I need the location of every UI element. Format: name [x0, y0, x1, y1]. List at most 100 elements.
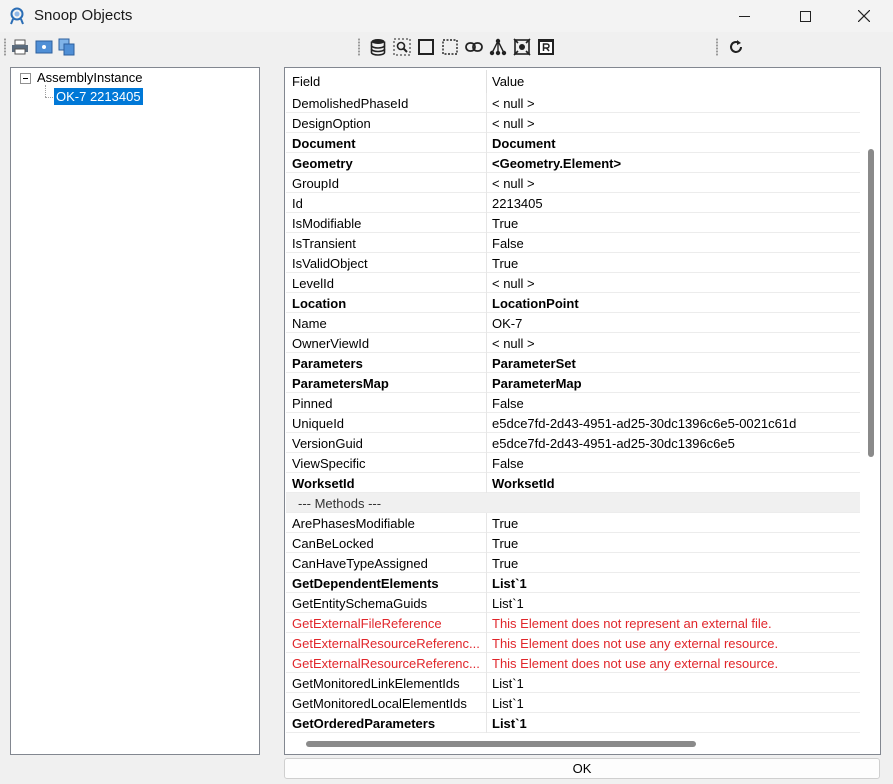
settings-frame-button[interactable] [512, 37, 532, 57]
table-row[interactable]: DesignOption < null > [286, 113, 860, 133]
property-grid[interactable]: Field Value DemolishedPhaseId < null > Des… [284, 67, 881, 755]
value-cell: < null > [492, 276, 535, 291]
table-row[interactable]: GetExternalResourceReferenc... This Eleme… [286, 653, 860, 673]
cell-divider [486, 573, 487, 593]
field-cell: IsTransient [292, 236, 356, 251]
database-button[interactable] [368, 37, 388, 57]
tree-node-selected[interactable]: OK-7 2213405 [54, 88, 143, 105]
collapse-toggle[interactable] [20, 73, 31, 84]
value-cell: True [492, 536, 519, 551]
table-row[interactable]: GetDependentElements List`1 [286, 573, 860, 593]
table-row[interactable]: Pinned False [286, 393, 860, 413]
cell-divider [486, 653, 487, 673]
cell-divider [486, 673, 487, 693]
tree-node-root[interactable]: AssemblyInstance [37, 70, 143, 85]
field-cell: LevelId [292, 276, 334, 291]
table-row[interactable]: CanBeLocked True [286, 533, 860, 553]
cell-divider [486, 553, 487, 573]
horizontal-scroll-thumb[interactable] [306, 741, 696, 747]
table-row[interactable]: Name OK-7 [286, 313, 860, 333]
field-cell: Id [292, 196, 303, 211]
rectangle-button[interactable] [416, 37, 436, 57]
table-row[interactable]: GetMonitoredLocalElementIds List`1 [286, 693, 860, 713]
refresh-icon [730, 40, 742, 53]
value-cell: < null > [492, 96, 535, 111]
tree-connector [45, 97, 53, 98]
table-row[interactable]: Parameters ParameterSet [286, 353, 860, 373]
table-row[interactable]: Document Document [286, 133, 860, 153]
cell-divider [486, 213, 487, 233]
table-row[interactable]: Location LocationPoint [286, 293, 860, 313]
table-row[interactable]: GetEntitySchemaGuids List`1 [286, 593, 860, 613]
table-row[interactable]: LevelId < null > [286, 273, 860, 293]
horizontal-scrollbar[interactable] [286, 736, 863, 752]
grid-rows: DemolishedPhaseId < null > DesignOption < n… [286, 93, 860, 733]
table-row[interactable]: GetMonitoredLinkElementIds List`1 [286, 673, 860, 693]
table-row[interactable]: GroupId < null > [286, 173, 860, 193]
value-cell: This Element does not use any external r… [492, 636, 779, 651]
object-tree[interactable]: AssemblyInstance OK-7 2213405 [10, 67, 260, 755]
hierarchy-icon [489, 38, 507, 56]
cell-divider [486, 233, 487, 253]
table-row[interactable]: VersionGuid e5dce7fd-2d43-4951-ad25-30dc1… [286, 433, 860, 453]
ok-button[interactable]: OK [284, 758, 880, 779]
minimize-button[interactable] [721, 0, 767, 32]
table-row[interactable]: GetExternalFileReference This Element doe… [286, 613, 860, 633]
table-row[interactable]: IsModifiable True [286, 213, 860, 233]
grid-header: Field Value [286, 70, 860, 93]
cell-divider [486, 193, 487, 213]
column-header-value[interactable]: Value [492, 74, 524, 89]
refresh-button[interactable] [726, 37, 746, 57]
table-row[interactable]: Id 2213405 [286, 193, 860, 213]
cell-divider [486, 113, 487, 133]
field-cell: Location [292, 296, 347, 311]
table-row[interactable]: ArePhasesModifiable True [286, 513, 860, 533]
table-row[interactable]: GetOrderedParameters List`1 [286, 713, 860, 733]
print-button[interactable] [10, 37, 30, 57]
value-cell: 2213405 [492, 196, 543, 211]
cell-divider [486, 373, 487, 393]
close-button[interactable] [841, 0, 887, 32]
table-row[interactable]: WorksetId WorksetId [286, 473, 860, 493]
vertical-scroll-thumb[interactable] [868, 149, 874, 457]
toolbar-grip[interactable] [716, 38, 718, 56]
table-row[interactable]: DemolishedPhaseId < null > [286, 93, 860, 113]
select-zoom-button[interactable] [392, 37, 412, 57]
section-header-row[interactable]: --- Methods --- [286, 493, 860, 513]
maximize-button[interactable] [782, 0, 828, 32]
table-row[interactable]: CanHaveTypeAssigned True [286, 553, 860, 573]
table-row[interactable]: OwnerViewId < null > [286, 333, 860, 353]
hierarchy-button[interactable] [488, 37, 508, 57]
link-icon [465, 42, 483, 52]
table-row[interactable]: IsValidObject True [286, 253, 860, 273]
vertical-scrollbar[interactable] [863, 69, 879, 737]
table-row[interactable]: ParametersMap ParameterMap [286, 373, 860, 393]
link-button[interactable] [464, 37, 484, 57]
column-divider[interactable] [486, 70, 487, 93]
value-cell: < null > [492, 336, 535, 351]
maximize-icon [799, 10, 811, 22]
field-cell: IsValidObject [292, 256, 368, 271]
toolbar-grip[interactable] [4, 38, 6, 56]
table-row[interactable]: ViewSpecific False [286, 453, 860, 473]
print-preview-button[interactable] [34, 37, 54, 57]
field-cell: Name [292, 316, 327, 331]
field-cell: --- Methods --- [298, 496, 382, 511]
value-cell: True [492, 216, 519, 231]
value-cell: List`1 [492, 676, 524, 691]
value-cell: True [492, 516, 519, 531]
dashed-rectangle-button[interactable] [440, 37, 460, 57]
revit-button[interactable] [536, 37, 556, 57]
field-cell: Pinned [292, 396, 333, 411]
value-cell: False [492, 456, 524, 471]
field-cell: CanBeLocked [292, 536, 374, 551]
table-row[interactable]: GetExternalResourceReferenc... This Eleme… [286, 633, 860, 653]
cell-divider [486, 613, 487, 633]
copy-button[interactable] [57, 37, 77, 57]
table-row[interactable]: IsTransient False [286, 233, 860, 253]
cell-divider [486, 153, 487, 173]
column-header-field[interactable]: Field [292, 74, 320, 89]
table-row[interactable]: UniqueId e5dce7fd-2d43-4951-ad25-30dc1396… [286, 413, 860, 433]
table-row[interactable]: Geometry <Geometry.Element> [286, 153, 860, 173]
toolbar-grip[interactable] [358, 38, 360, 56]
